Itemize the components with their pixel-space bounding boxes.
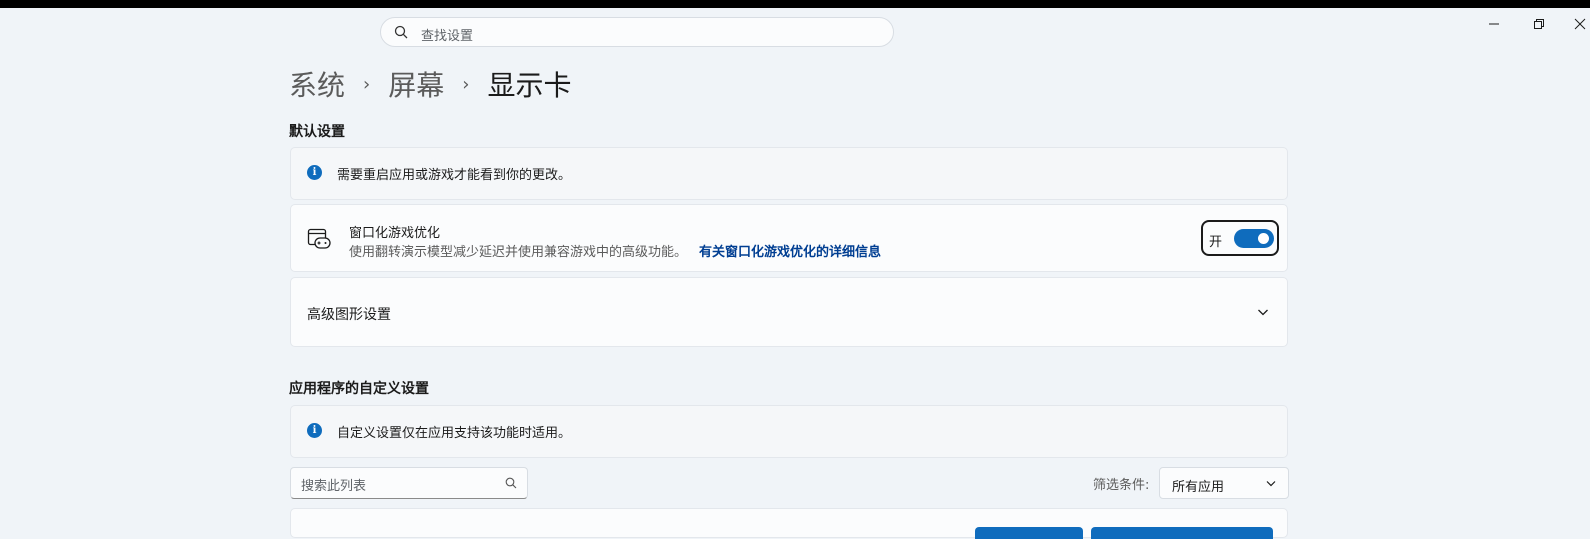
breadcrumb-system[interactable]: 系统 xyxy=(289,64,345,104)
advanced-graphics-title: 高级图形设置 xyxy=(307,307,391,323)
info-icon: i xyxy=(307,165,322,180)
search-icon xyxy=(505,477,517,489)
close-button[interactable] xyxy=(1566,14,1590,34)
search-icon xyxy=(394,25,408,39)
page-title: 显示卡 xyxy=(487,69,572,102)
app-list-search[interactable]: 搜索此列表 xyxy=(290,467,528,499)
chevron-down-icon xyxy=(1258,309,1268,316)
title-bar-strip xyxy=(0,0,1590,8)
breadcrumb-separator: › xyxy=(363,73,371,95)
breadcrumb-separator: › xyxy=(462,73,470,95)
windowed-game-description-text: 使用翻转演示模型减少延迟并使用兼容游戏中的高级功能。 xyxy=(349,245,688,260)
search-input[interactable]: 查找设置 xyxy=(421,25,473,44)
settings-search-box[interactable]: 查找设置 xyxy=(380,17,894,47)
restore-button[interactable] xyxy=(1525,14,1553,34)
custom-settings-heading: 应用程序的自定义设置 xyxy=(289,381,429,397)
windowed-game-title: 窗口化游戏优化 xyxy=(349,226,441,241)
minimize-button[interactable] xyxy=(1480,14,1508,34)
default-settings-heading: 默认设置 xyxy=(289,124,345,140)
toggle-knob xyxy=(1258,233,1269,244)
filter-dropdown[interactable]: 所有应用 xyxy=(1159,467,1289,499)
windowed-game-optimization-row: 窗口化游戏优化 使用翻转演示模型减少延迟并使用兼容游戏中的高级功能。 有关窗口化游… xyxy=(290,204,1288,272)
chevron-down-icon xyxy=(1266,481,1276,487)
advanced-graphics-expander[interactable]: 高级图形设置 xyxy=(290,277,1288,347)
windowed-game-description: 使用翻转演示模型减少延迟并使用兼容游戏中的高级功能。 有关窗口化游戏优化的详细信息 xyxy=(349,241,881,260)
windowed-game-toggle[interactable]: 开 xyxy=(1201,220,1279,256)
app-list-card xyxy=(290,508,1288,539)
browse-button[interactable] xyxy=(1091,527,1273,539)
info-text: 自定义设置仅在应用支持该功能时适用。 xyxy=(337,426,572,441)
windowed-game-details-link[interactable]: 有关窗口化游戏优化的详细信息 xyxy=(699,245,881,260)
custom-info-banner: i 自定义设置仅在应用支持该功能时适用。 xyxy=(290,405,1288,458)
list-search-input[interactable]: 搜索此列表 xyxy=(301,475,366,494)
restore-icon xyxy=(1534,19,1544,29)
minimize-icon xyxy=(1489,23,1499,25)
breadcrumb: 系统 › 屏幕 › 显示卡 xyxy=(289,64,571,104)
toggle-switch[interactable] xyxy=(1234,229,1274,248)
filter-label: 筛选条件: xyxy=(1093,478,1150,493)
toggle-state-label: 开 xyxy=(1209,235,1223,250)
restart-info-banner: i 需要重启应用或游戏才能看到你的更改。 xyxy=(290,147,1288,200)
filter-selected-value: 所有应用 xyxy=(1172,480,1225,495)
info-icon: i xyxy=(307,423,322,438)
add-app-button[interactable] xyxy=(975,527,1083,539)
game-window-icon xyxy=(307,228,331,249)
info-text: 需要重启应用或游戏才能看到你的更改。 xyxy=(337,168,572,183)
close-icon xyxy=(1574,18,1586,30)
breadcrumb-display[interactable]: 屏幕 xyxy=(388,64,444,104)
